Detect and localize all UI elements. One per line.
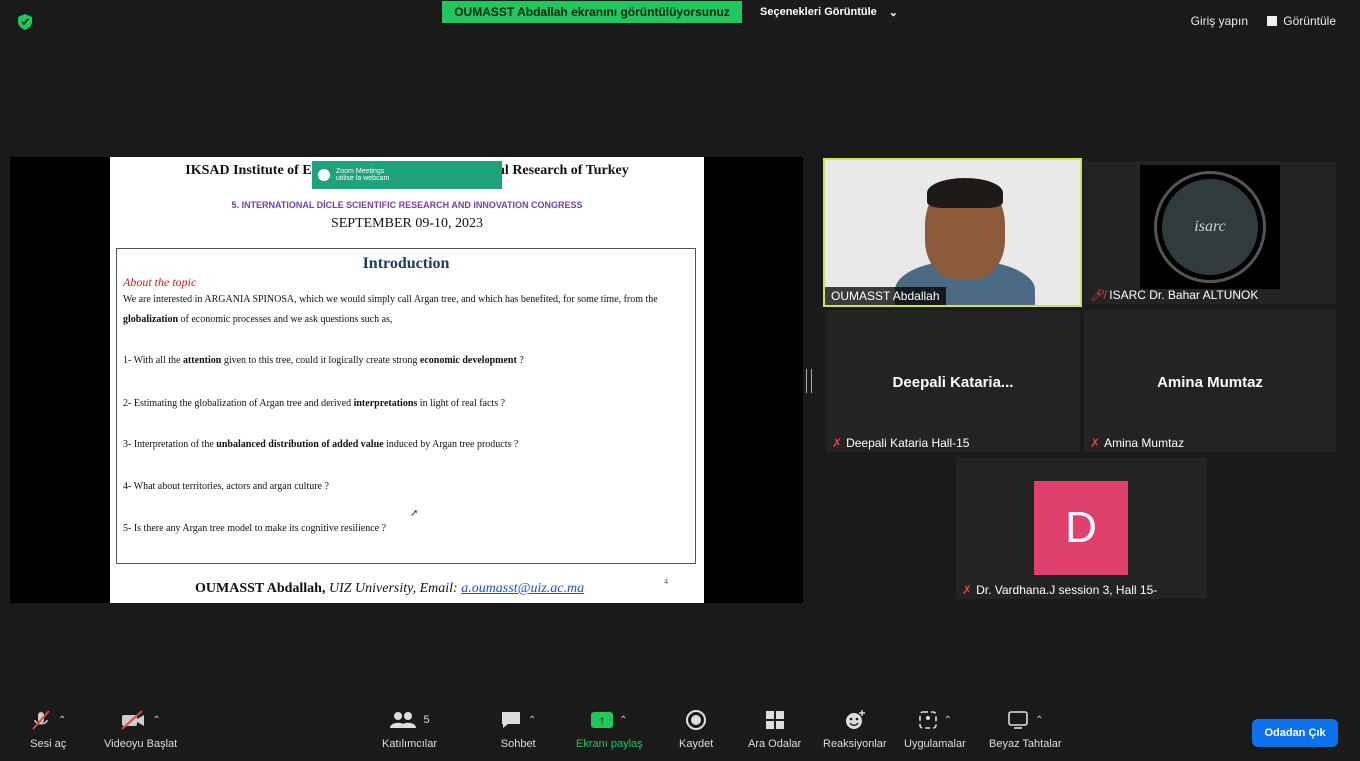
breakout-rooms-icon [765, 711, 784, 729]
whiteboard-icon [1008, 711, 1028, 729]
video-tile-oumasst[interactable]: OUMASST Abdallah [823, 158, 1082, 307]
share-screen-icon: ↑ [591, 712, 614, 728]
participants-icon [390, 712, 417, 728]
microphone-muted-icon [32, 710, 50, 730]
view-options-button[interactable]: Seçenekleri Görüntüle ⌄ [748, 1, 910, 23]
security-shield-icon[interactable] [18, 14, 32, 30]
chevron-up-icon[interactable]: ⌃ [152, 715, 160, 726]
video-tile-vardhana[interactable]: D ✗ Dr. Vardhana.J session 3, Hall 15- [956, 457, 1207, 599]
video-camera-off-icon [121, 710, 145, 730]
view-button[interactable]: Görüntüle [1267, 14, 1336, 28]
record-icon [686, 710, 707, 730]
video-tile-amina[interactable]: Amina Mumtaz ✗ Amina Mumtaz [1084, 310, 1336, 452]
participant-name-label: ✗ Deepali Kataria Hall-15 [832, 436, 970, 450]
apps-icon [918, 711, 937, 729]
slide-footer: OUMASST Abdallah, UIZ University, Email:… [195, 581, 585, 596]
participant-name-label: ✗ Dr. Vardhana.J session 3, Hall 15- [962, 583, 1158, 597]
unmute-button[interactable]: ⌃ Sesi aç [30, 708, 66, 750]
chevron-up-icon[interactable]: ⌃ [58, 715, 66, 726]
intro-paragraph: We are interested in ARGANIA SPINOSA, wh… [123, 294, 658, 325]
apps-button[interactable]: ⌃ Uygulamalar [904, 708, 966, 750]
mic-muted-icon: ✗ [832, 436, 843, 450]
view-options-label: Seçenekleri Görüntüle [760, 6, 877, 18]
about-topic-heading: About the topic [123, 275, 197, 289]
avatar: D [1034, 481, 1128, 575]
chevron-down-icon: ⌄ [888, 6, 898, 19]
participants-button[interactable]: 5 Katılımcılar [382, 708, 437, 750]
introduction-box: Introduction About the topic We are inte… [116, 248, 696, 564]
mic-muted-icon: ✗ [962, 583, 973, 597]
question-4: 4- What about territories, actors and ar… [123, 481, 329, 492]
participant-name-label: 🎤︎̸ ISARC Dr. Bahar ALTUNOK [1090, 288, 1259, 302]
share-banner-text: OUMASST Abdallah ekranını görüntülüyorsu… [454, 5, 730, 19]
participant-name-label: ✗ Amina Mumtaz [1090, 436, 1185, 450]
participant-count: 5 [423, 714, 430, 726]
mic-muted-icon: ✗ [1090, 436, 1101, 450]
chat-icon [502, 712, 520, 728]
reactions-button[interactable]: Reaksiyonlar [823, 708, 887, 750]
chevron-up-icon[interactable]: ⌃ [528, 715, 536, 726]
leave-meeting-button[interactable]: Odadan Çık [1252, 719, 1338, 747]
participant-display-name: Deepali Kataria... [892, 374, 1014, 391]
reactions-icon [845, 710, 865, 729]
slide-date: SEPTEMBER 09-10, 2023 [330, 216, 484, 231]
isarc-logo: isarc [1140, 165, 1280, 289]
panel-resize-handle[interactable] [806, 369, 812, 393]
question-1: 1- With all the attention given to this … [123, 355, 524, 366]
whiteboards-button[interactable]: ⌃ Beyaz Tahtalar [989, 708, 1062, 750]
question-5: 5- Is there any Argan tree model to make… [123, 523, 387, 534]
presentation-slide: IKSAD Institute of Economic Development … [110, 157, 704, 603]
screen-share-banner: OUMASST Abdallah ekranını görüntülüyorsu… [442, 1, 742, 23]
intro-title: Introduction [362, 255, 450, 272]
sign-in-link[interactable]: Giriş yapın [1191, 14, 1248, 28]
mic-muted-icon: 🎤︎̸ [1090, 288, 1106, 302]
view-label: Görüntüle [1283, 14, 1336, 28]
chat-button[interactable]: ⌃ Sohbet [500, 708, 536, 750]
zoom-webcam-notice: Zoom Meetings utilise la webcam [312, 161, 502, 189]
gallery-view-icon [1267, 16, 1278, 26]
slide-congress: 5. INTERNATIONAL DİCLE SCIENTIFIC RESEAR… [231, 200, 583, 210]
breakout-rooms-button[interactable]: Ara Odalar [748, 708, 801, 750]
slide-page-number: 4 [664, 577, 668, 586]
question-2: 2- Estimating the globalization of Argan… [123, 398, 506, 409]
record-button[interactable]: Kaydet [679, 708, 713, 750]
mouse-cursor-icon: ➚ [410, 508, 419, 519]
video-tile-deepali[interactable]: Deepali Kataria... ✗ Deepali Kataria Hall… [826, 310, 1080, 452]
start-video-button[interactable]: ⌃ Videoyu Başlat [104, 708, 177, 750]
chevron-up-icon[interactable]: ⌃ [944, 715, 952, 726]
video-tile-isarc[interactable]: isarc 🎤︎̸ ISARC Dr. Bahar ALTUNOK [1084, 161, 1336, 304]
chevron-up-icon[interactable]: ⌃ [1035, 715, 1043, 726]
share-screen-button[interactable]: ↑ ⌃ Ekranı paylaş [576, 708, 643, 750]
chevron-up-icon[interactable]: ⌃ [619, 715, 627, 726]
participant-name-label: OUMASST Abdallah [825, 287, 946, 305]
question-3: 3- Interpretation of the unbalanced dist… [123, 439, 519, 450]
participant-display-name: Amina Mumtaz [1157, 374, 1263, 391]
email-link[interactable]: a.oumasst@uiz.ac.ma [461, 581, 584, 596]
webcam-icon [318, 169, 330, 181]
